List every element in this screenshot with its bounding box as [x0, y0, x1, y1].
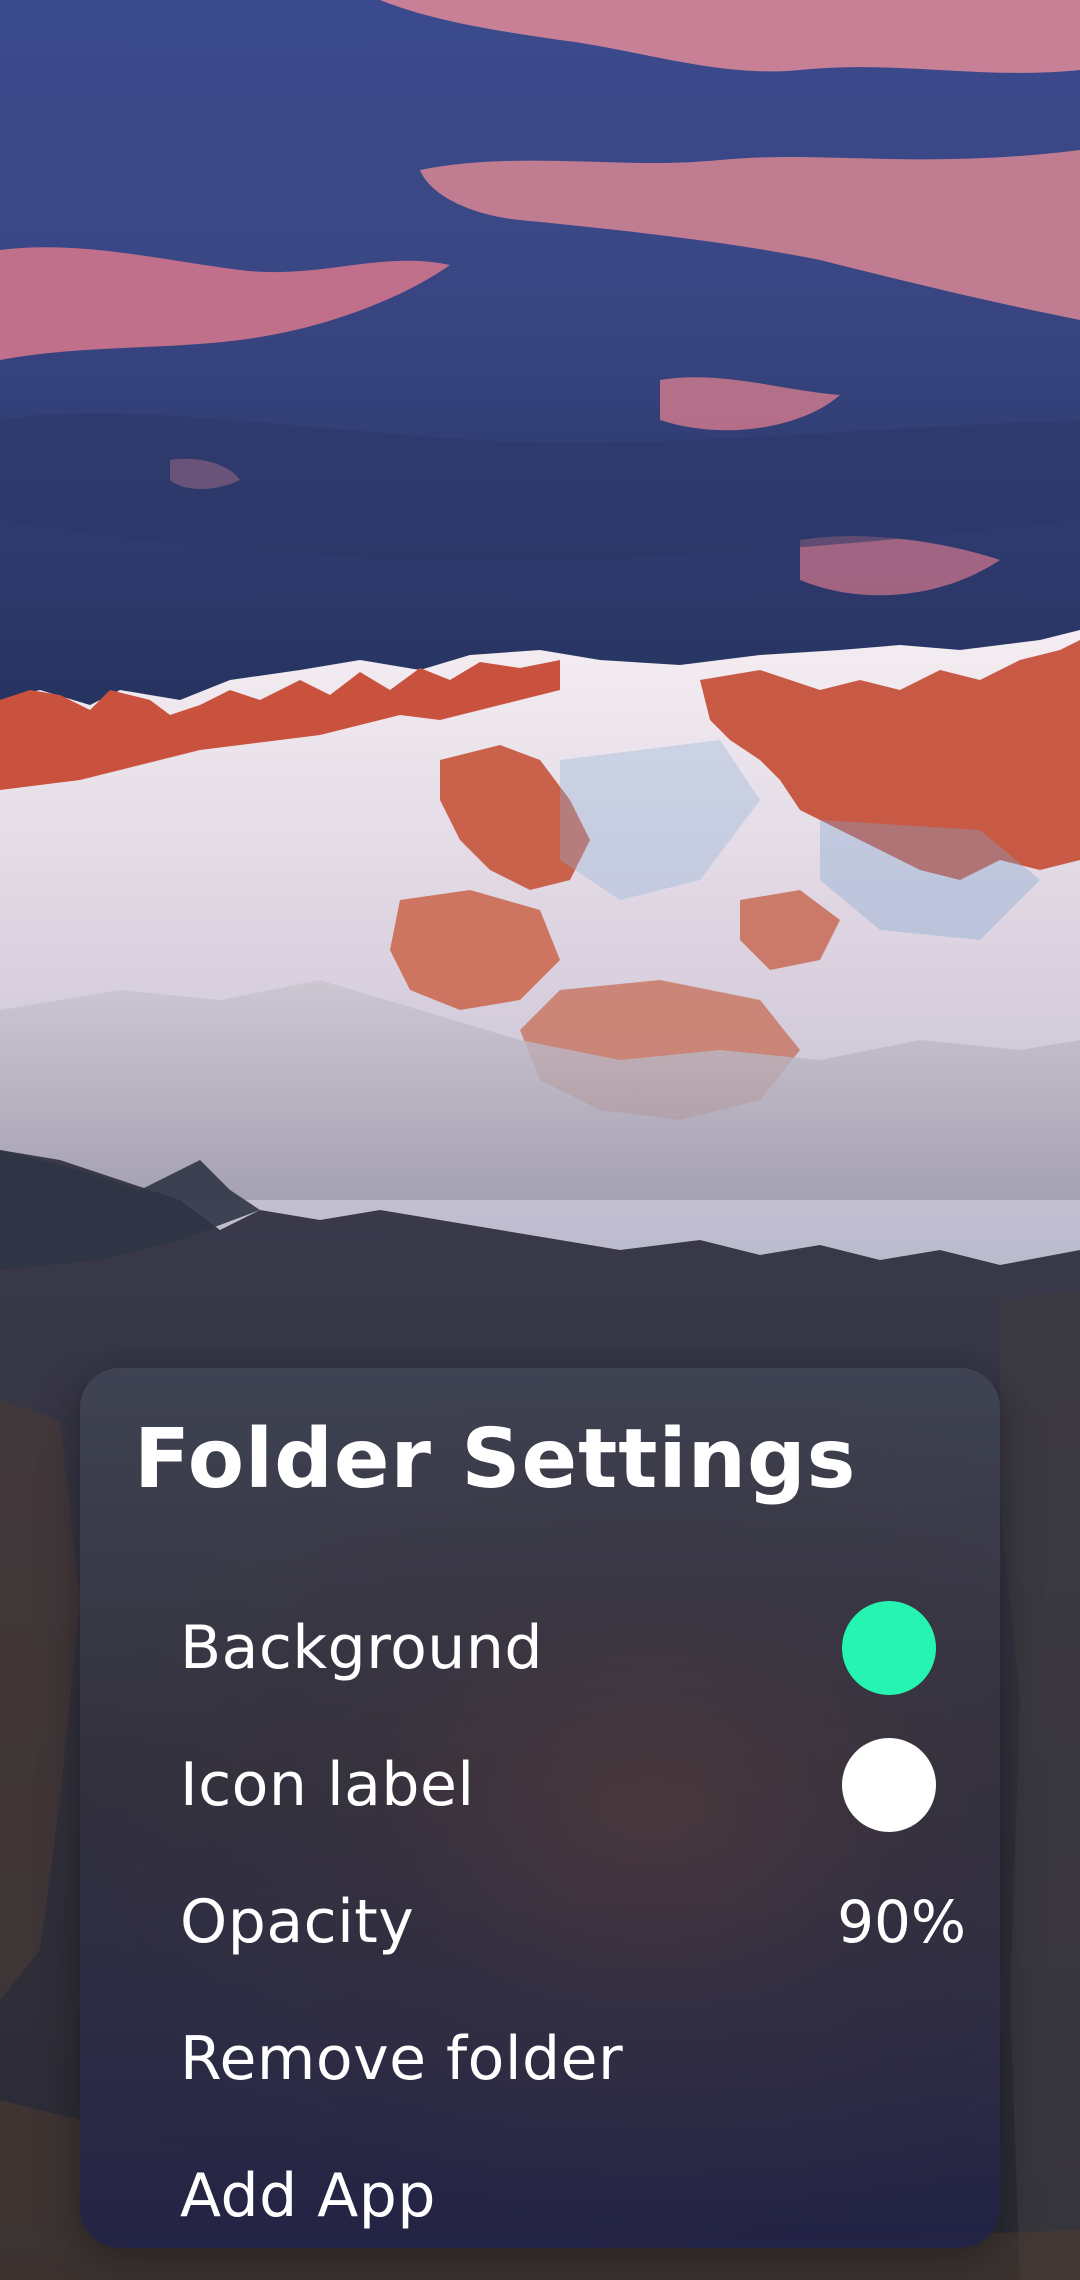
icon-label-label: Icon label [180, 1750, 475, 1820]
remove-folder-row[interactable]: Remove folder [80, 2004, 1000, 2114]
icon-label-row[interactable]: Icon label [80, 1730, 1000, 1840]
opacity-label: Opacity [180, 1887, 415, 1957]
opacity-value[interactable]: 90% [837, 1888, 966, 1956]
background-row[interactable]: Background [80, 1593, 1000, 1703]
remove-folder-label: Remove folder [180, 2024, 624, 2094]
panel-title: Folder Settings [134, 1412, 857, 1507]
add-app-label: Add App [180, 2161, 436, 2231]
folder-settings-panel: Folder Settings Background Icon label Op… [80, 1368, 1000, 2248]
opacity-row[interactable]: Opacity 90% [80, 1867, 1000, 1977]
background-color-swatch[interactable] [842, 1601, 936, 1695]
add-app-row[interactable]: Add App [80, 2141, 1000, 2251]
background-label: Background [180, 1613, 543, 1683]
icon-label-color-swatch[interactable] [842, 1738, 936, 1832]
